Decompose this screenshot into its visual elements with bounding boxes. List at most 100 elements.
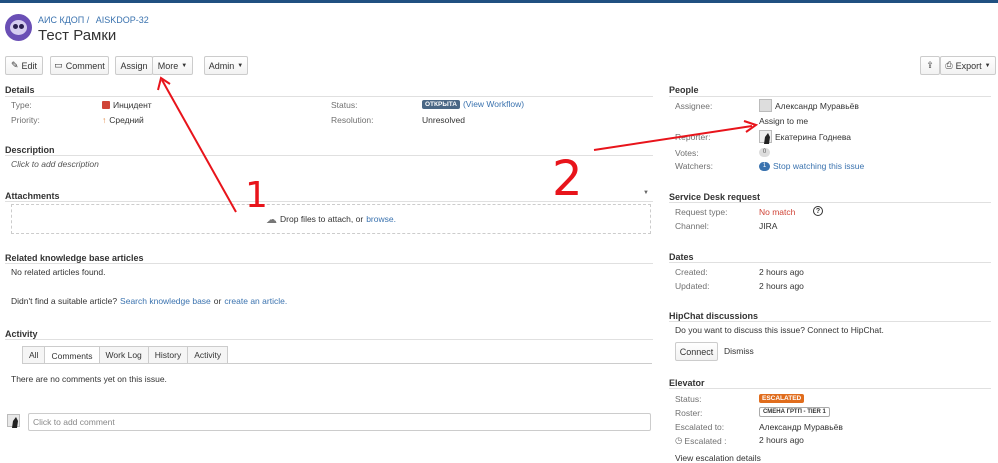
admin-label: Admin <box>208 60 235 71</box>
annotation-label-2: 2 <box>552 151 583 207</box>
roster-label: Roster: <box>675 408 703 418</box>
hipchat-question: Do you want to discuss this issue? Conne… <box>675 325 884 335</box>
activity-heading: Activity <box>5 329 38 339</box>
votes-count-badge: 0 <box>759 148 770 157</box>
comment-label: Comment <box>65 60 105 71</box>
hipchat-divider <box>669 321 991 322</box>
incident-icon <box>102 101 110 109</box>
priority-value: ↑ Средний <box>102 115 144 125</box>
assign-to-me-link[interactable]: Assign to me <box>759 116 808 126</box>
arrow-up-icon: ↑ <box>102 115 107 125</box>
tab-history[interactable]: History <box>147 346 189 363</box>
status-value: ОТКРЫТА (View Workflow) <box>422 99 524 109</box>
channel-label: Channel: <box>675 221 710 231</box>
tab-work-log[interactable]: Work Log <box>98 346 149 363</box>
page-title: Тест Рамки <box>38 27 117 44</box>
attachments-options-icon[interactable]: ▼ <box>643 190 649 196</box>
attachment-dropzone[interactable]: ☁ Drop files to attach, or browse. <box>11 204 651 234</box>
pencil-icon: ✎ <box>10 60 19 70</box>
reporter-value[interactable]: Екатерина Годнева <box>775 132 851 142</box>
dismiss-link[interactable]: Dismiss <box>724 346 754 356</box>
details-divider <box>5 96 653 97</box>
breadcrumb-project[interactable]: АИС КДОП / <box>38 15 89 25</box>
view-escalation-link[interactable]: View escalation details <box>675 453 761 463</box>
comment-button[interactable]: ▭ Comment <box>50 56 109 75</box>
help-icon[interactable]: ? <box>813 206 823 216</box>
resolution-label: Resolution: <box>331 115 374 125</box>
status-badge[interactable]: ОТКРЫТА <box>422 99 460 109</box>
share-icon: ⇪ <box>926 60 934 70</box>
more-button[interactable]: More ▼ <box>152 56 193 75</box>
type-text: Инцидент <box>113 100 152 110</box>
browse-link[interactable]: browse. <box>366 214 396 224</box>
request-type-label: Request type: <box>675 207 728 217</box>
people-heading: People <box>669 85 699 95</box>
breadcrumb-issue-key[interactable]: AISKDOP-32 <box>96 15 149 25</box>
connect-button[interactable]: Connect <box>675 342 718 361</box>
resolution-value: Unresolved <box>422 115 465 125</box>
attachments-heading: Attachments <box>5 191 60 201</box>
assignee-value[interactable]: Александр Муравьёв <box>775 101 859 111</box>
assignee-avatar <box>759 99 772 112</box>
channel-value: JIRA <box>759 221 778 231</box>
service-desk-heading: Service Desk request <box>669 192 761 202</box>
request-type-value[interactable]: No match <box>759 207 795 217</box>
kb-question-row: Didn't find a suitable article? Search k… <box>11 296 287 306</box>
search-kb-link[interactable]: Search knowledge base <box>120 296 211 306</box>
assign-label: Assign <box>120 60 148 71</box>
priority-label: Priority: <box>11 115 40 125</box>
connect-label: Connect <box>679 346 714 357</box>
escalated-to-label: Escalated to: <box>675 422 725 432</box>
tab-all[interactable]: All <box>22 346 46 363</box>
reporter-label: Reporter: <box>675 132 711 142</box>
created-value: 2 hours ago <box>759 267 804 277</box>
create-article-link[interactable]: create an article. <box>224 296 287 306</box>
status-label: Status: <box>331 100 358 110</box>
avatar <box>7 414 20 428</box>
description-heading: Description <box>5 145 55 155</box>
votes-label: Votes: <box>675 148 699 158</box>
export-label: Export <box>955 60 982 71</box>
description-divider <box>5 155 653 156</box>
breadcrumb: АИС КДОП / AISKDOP-32 <box>38 15 149 25</box>
export-button[interactable]: ⎙ Export ▼ <box>940 56 996 75</box>
details-heading: Details <box>5 85 35 95</box>
kb-none: No related articles found. <box>11 267 106 277</box>
updated-label: Updated: <box>675 281 710 291</box>
chevron-down-icon: ▼ <box>181 62 188 69</box>
watchers-value: 1 Stop watching this issue <box>759 161 864 171</box>
tab-comments[interactable]: Comments <box>44 346 100 364</box>
clock-icon: ◷ <box>675 435 683 445</box>
share-button[interactable]: ⇪ <box>920 56 940 75</box>
attachments-divider <box>5 201 653 202</box>
elevator-heading: Elevator <box>669 378 705 388</box>
stop-watching-link[interactable]: Stop watching this issue <box>773 161 864 171</box>
type-value: Инцидент <box>102 100 152 110</box>
tabs-underline <box>22 363 652 364</box>
reporter-avatar <box>759 130 772 144</box>
description-placeholder[interactable]: Click to add description <box>11 159 99 169</box>
kb-divider <box>5 263 653 264</box>
tab-activity[interactable]: Activity <box>187 346 229 363</box>
hipchat-heading: HipChat discussions <box>669 311 759 321</box>
admin-button[interactable]: Admin ▼ <box>204 56 248 75</box>
view-workflow-link[interactable]: (View Workflow) <box>463 99 524 109</box>
chevron-down-icon: ▼ <box>984 62 991 69</box>
assign-button[interactable]: Assign <box>115 56 153 75</box>
drop-text: Drop files to attach, or <box>280 214 364 224</box>
kb-question: Didn't find a suitable article? <box>11 296 118 306</box>
export-icon: ⎙ <box>945 60 953 70</box>
updated-value: 2 hours ago <box>759 281 804 291</box>
votes-value[interactable]: 0 <box>759 148 770 157</box>
type-label: Type: <box>11 100 32 110</box>
escalated-label-text: Escalated : <box>684 435 727 446</box>
edit-button[interactable]: ✎ Edit <box>5 56 43 75</box>
watchers-count-badge: 1 <box>759 161 770 171</box>
created-label: Created: <box>675 267 708 277</box>
activity-tabs: All Comments Work Log History Activity <box>22 346 229 364</box>
project-avatar[interactable] <box>5 14 32 41</box>
comment-input[interactable]: Click to add comment <box>28 413 651 431</box>
escalated-to-value: Александр Муравьёв <box>759 422 843 432</box>
priority-text: Средний <box>109 115 144 125</box>
people-divider <box>669 96 991 97</box>
